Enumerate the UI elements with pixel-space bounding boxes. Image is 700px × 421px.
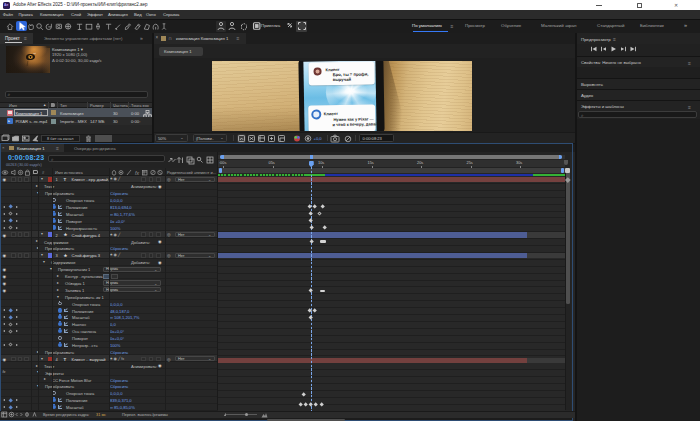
svg-text:fx: fx	[135, 170, 139, 176]
